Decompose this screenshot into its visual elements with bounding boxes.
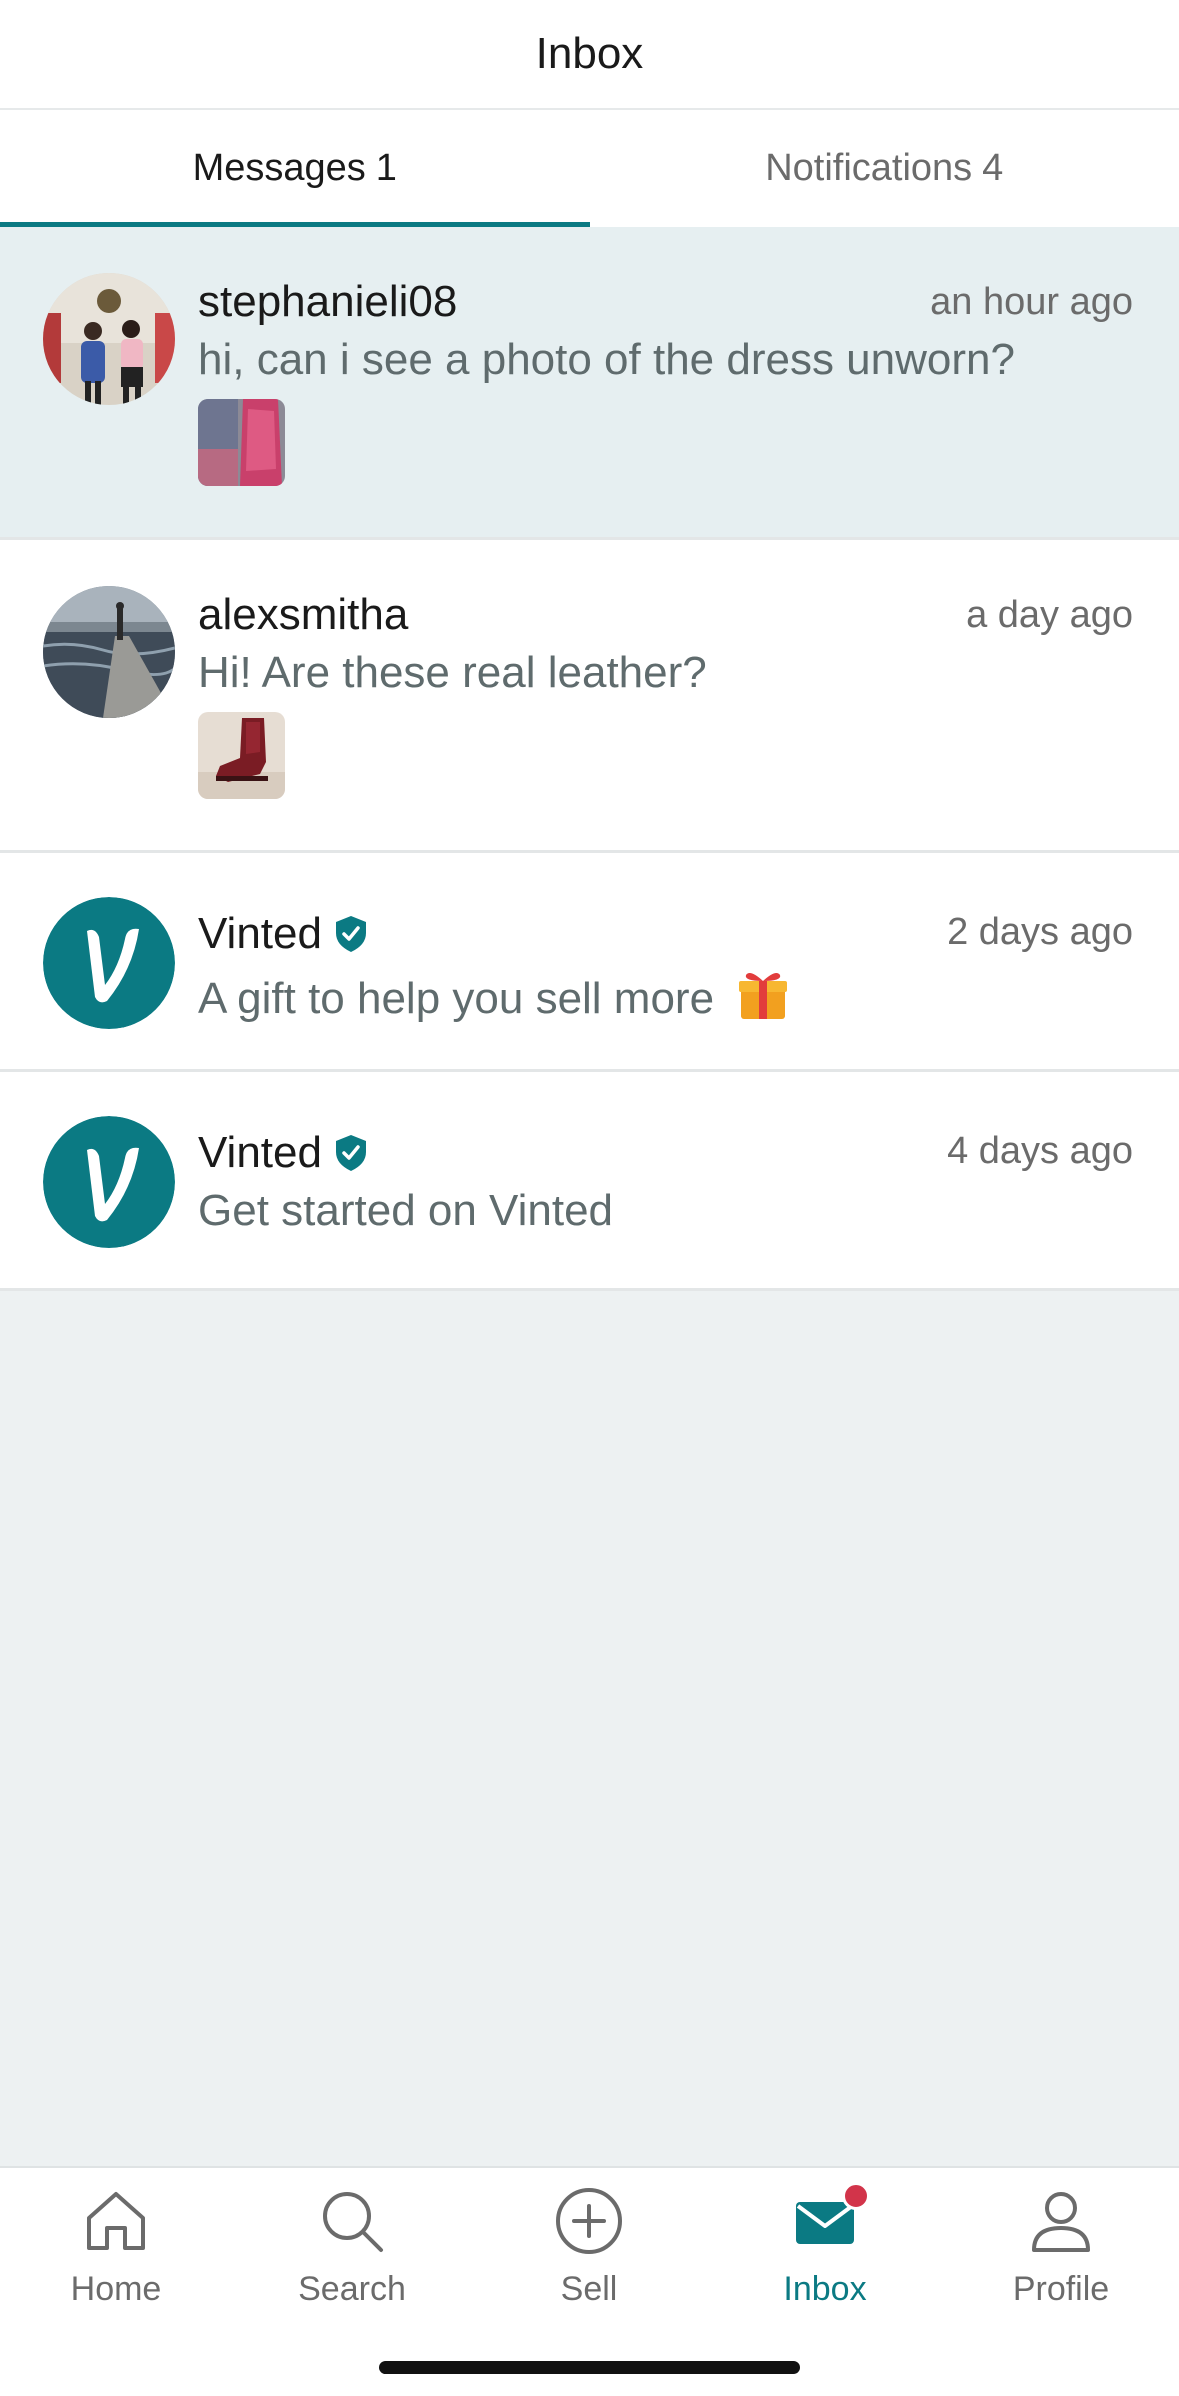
mail-icon <box>790 2182 870 2256</box>
tab-notifications-count: 4 <box>982 147 1004 189</box>
avatar[interactable] <box>43 586 175 718</box>
conversation-preview: A gift to help you sell more <box>198 974 715 1023</box>
user-photo-icon <box>43 273 175 405</box>
vinted-logo-icon <box>43 897 175 1029</box>
nav-profile[interactable]: Profile <box>961 2186 1161 2336</box>
avatar[interactable] <box>43 897 175 1029</box>
plus-circle-icon <box>554 2186 624 2256</box>
conversation-item[interactable]: alexsmitha a day ago Hi! Are these real … <box>0 540 1179 853</box>
inbox-screen: Inbox Messages 1 Notifications 4 stephan… <box>0 0 1179 2396</box>
pink-dress-photo-icon <box>198 399 285 486</box>
search-icon <box>317 2186 387 2256</box>
conversation-time: 2 days ago <box>947 911 1133 953</box>
item-thumbnail[interactable] <box>198 399 285 486</box>
conversation-item[interactable]: stephanieli08 an hour ago hi, can i see … <box>0 227 1179 540</box>
verified-badge-icon <box>335 916 366 952</box>
unread-badge <box>842 2182 870 2210</box>
vinted-logo-icon <box>43 1116 175 1248</box>
nav-sell-label: Sell <box>560 2270 618 2308</box>
user-photo-icon <box>43 586 175 718</box>
gift-emoji-icon <box>739 973 788 1019</box>
avatar[interactable] <box>43 273 175 405</box>
top-bar: Inbox <box>0 0 1179 110</box>
conversation-username: Vinted <box>198 909 322 958</box>
conversation-preview-row: A gift to help you sell more <box>198 967 790 1024</box>
nav-profile-label: Profile <box>1012 2270 1110 2308</box>
conversation-time: 4 days ago <box>947 1130 1133 1172</box>
nav-search-label: Search <box>298 2270 406 2308</box>
tab-messages-count: 1 <box>375 147 397 189</box>
inbox-tabs: Messages 1 Notifications 4 <box>0 110 1179 227</box>
tab-messages-label: Messages <box>192 147 366 189</box>
conversation-list: stephanieli08 an hour ago hi, can i see … <box>0 227 1179 1291</box>
red-boot-photo-icon <box>198 712 285 799</box>
conversation-username: alexsmitha <box>198 590 409 639</box>
conversation-username: stephanieli08 <box>198 277 458 326</box>
person-icon <box>1026 2186 1096 2256</box>
tab-messages[interactable]: Messages 1 <box>0 110 590 227</box>
conversation-time: an hour ago <box>930 281 1133 323</box>
nav-inbox[interactable]: Inbox <box>725 2182 925 2336</box>
conversation-item[interactable]: Vinted 2 days ago A gift to help you sel… <box>0 853 1179 1072</box>
avatar[interactable] <box>43 1116 175 1248</box>
nav-search[interactable]: Search <box>252 2186 452 2336</box>
conversation-username-row: Vinted <box>198 1128 368 1178</box>
conversation-preview: Hi! Are these real leather? <box>198 648 707 697</box>
nav-inbox-label: Inbox <box>783 2270 867 2308</box>
nav-home-label: Home <box>70 2270 162 2308</box>
home-indicator <box>379 2361 800 2374</box>
page-title: Inbox <box>535 29 644 78</box>
conversation-preview: Get started on Vinted <box>198 1186 614 1235</box>
conversation-preview: hi, can i see a photo of the dress unwor… <box>198 335 1015 384</box>
conversation-time: a day ago <box>966 594 1133 636</box>
conversation-item[interactable]: Vinted 4 days ago Get started on Vinted <box>0 1072 1179 1291</box>
nav-home[interactable]: Home <box>16 2186 216 2336</box>
item-thumbnail[interactable] <box>198 712 285 799</box>
tab-notifications[interactable]: Notifications 4 <box>590 110 1179 227</box>
home-icon <box>81 2186 151 2256</box>
tab-notifications-label: Notifications <box>765 147 973 189</box>
verified-badge-icon <box>335 1135 366 1171</box>
conversation-username-row: Vinted <box>198 909 368 959</box>
conversation-username: Vinted <box>198 1128 322 1177</box>
nav-sell[interactable]: Sell <box>489 2186 689 2336</box>
